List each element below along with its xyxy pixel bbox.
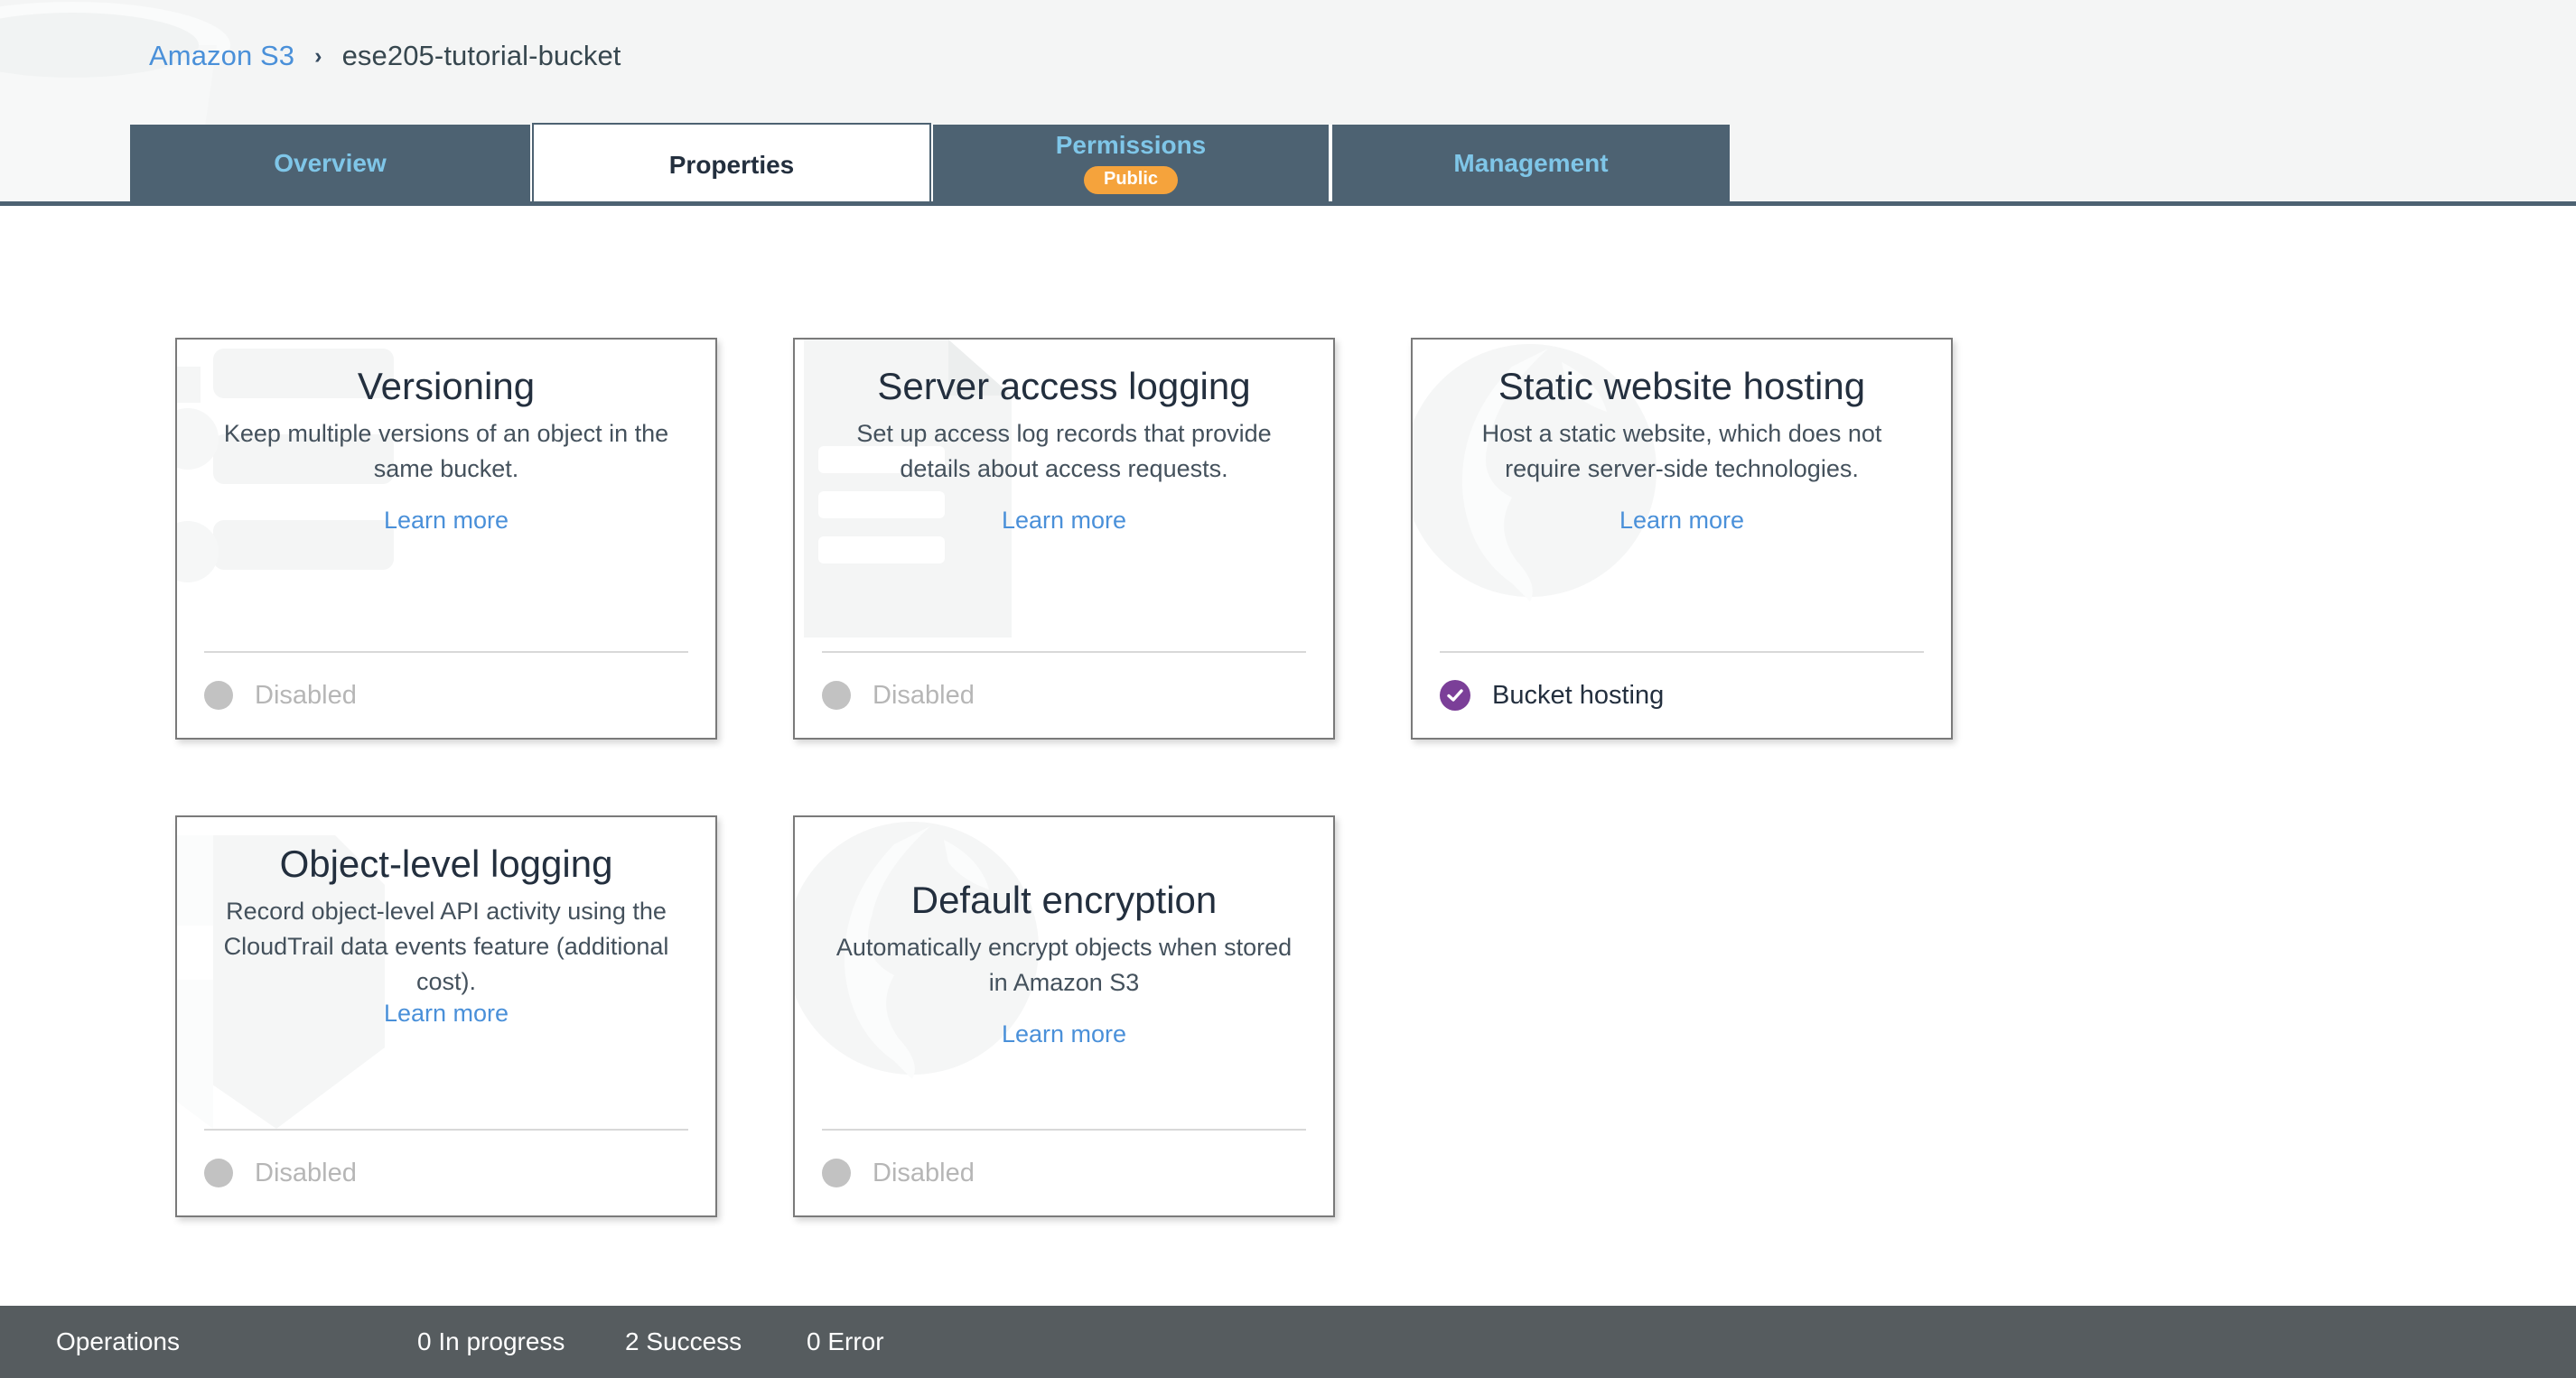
card-object-level-logging[interactable]: Object-level logging Record object-level…: [175, 815, 717, 1217]
card-server-access-logging-learn-more-link[interactable]: Learn more: [1002, 507, 1126, 535]
tab-permissions-label: Permissions: [1055, 130, 1207, 159]
card-default-encryption-learn-more-link[interactable]: Learn more: [1002, 1020, 1126, 1048]
card-default-encryption-footer: Disabled: [822, 1129, 1306, 1215]
card-object-level-logging-body: Object-level logging Record object-level…: [177, 817, 715, 1129]
card-versioning-body: Versioning Keep multiple versions of an …: [177, 340, 715, 651]
breadcrumb-link-amazon-s3[interactable]: Amazon S3: [149, 40, 294, 72]
operations-success-count: 2 Success: [625, 1327, 742, 1355]
card-versioning-learn-more-link[interactable]: Learn more: [384, 507, 509, 535]
status-dot-icon: [822, 681, 851, 710]
chevron-right-icon: ›: [314, 42, 322, 69]
card-versioning-footer: Disabled: [204, 651, 688, 738]
operations-error-count: 0 Error: [807, 1327, 884, 1355]
card-default-encryption-status: Disabled: [873, 1158, 975, 1187]
operations-status-bar[interactable]: Operations 0 In progress 2 Success 0 Err…: [0, 1306, 2576, 1378]
status-dot-icon: [204, 1159, 233, 1187]
card-versioning[interactable]: Versioning Keep multiple versions of an …: [175, 338, 717, 740]
card-static-website-hosting-title: Static website hosting: [1498, 365, 1866, 407]
check-circle-icon: [1440, 680, 1470, 711]
card-object-level-logging-title: Object-level logging: [279, 843, 613, 885]
card-default-encryption[interactable]: Default encryption Automatically encrypt…: [793, 815, 1335, 1217]
card-object-level-logging-learn-more-link[interactable]: Learn more: [384, 1000, 509, 1028]
operations-label: Operations: [56, 1327, 180, 1355]
card-default-encryption-title: Default encryption: [910, 879, 1218, 921]
status-dot-icon: [204, 681, 233, 710]
card-object-level-logging-status: Disabled: [255, 1158, 357, 1187]
breadcrumb: Amazon S3 › ese205-tutorial-bucket: [149, 40, 621, 72]
card-versioning-title: Versioning: [357, 365, 536, 407]
card-versioning-status: Disabled: [255, 680, 357, 710]
card-default-encryption-body: Default encryption Automatically encrypt…: [795, 817, 1333, 1129]
card-versioning-description: Keep multiple versions of an object in t…: [223, 420, 669, 483]
tab-properties[interactable]: Properties: [532, 123, 931, 201]
card-static-website-hosting-status: Bucket hosting: [1492, 680, 1665, 710]
card-static-website-hosting-description: Host a static website, which does not re…: [1481, 420, 1882, 483]
tab-bar: Overview Properties Permissions Public M…: [130, 123, 1730, 201]
card-static-website-hosting-footer: Bucket hosting: [1440, 651, 1924, 738]
tab-overview[interactable]: Overview: [130, 125, 532, 201]
operations-in-progress-count: 0 In progress: [417, 1327, 565, 1355]
card-default-encryption-description: Automatically encrypt objects when store…: [835, 934, 1293, 997]
tab-management[interactable]: Management: [1330, 125, 1730, 201]
card-server-access-logging-description: Set up access log records that provide d…: [856, 420, 1272, 483]
breadcrumb-current-bucket: ese205-tutorial-bucket: [341, 40, 621, 71]
card-server-access-logging-footer: Disabled: [822, 651, 1306, 738]
card-server-access-logging[interactable]: Server access logging Set up access log …: [793, 338, 1335, 740]
card-static-website-hosting-learn-more-link[interactable]: Learn more: [1619, 507, 1744, 535]
status-badge-public: Public: [1083, 165, 1178, 194]
tab-permissions[interactable]: Permissions Public: [931, 125, 1330, 201]
status-dot-icon: [822, 1159, 851, 1187]
tab-management-label: Management: [1453, 148, 1609, 177]
s3-properties-page: Amazon S3 › ese205-tutorial-bucket Overv…: [0, 0, 2576, 1378]
card-static-website-hosting-body: Static website hosting Host a static web…: [1413, 340, 1951, 651]
card-object-level-logging-description: Record object-level API activity using t…: [223, 898, 669, 996]
card-server-access-logging-body: Server access logging Set up access log …: [795, 340, 1333, 651]
tab-properties-label: Properties: [668, 151, 795, 179]
card-object-level-logging-footer: Disabled: [204, 1129, 688, 1215]
properties-card-grid: Versioning Keep multiple versions of an …: [175, 338, 1982, 1217]
tab-overview-label: Overview: [274, 148, 387, 177]
card-server-access-logging-status: Disabled: [873, 680, 975, 710]
page-header: Amazon S3 › ese205-tutorial-bucket Overv…: [0, 0, 2576, 206]
card-server-access-logging-title: Server access logging: [877, 365, 1251, 407]
card-static-website-hosting[interactable]: Static website hosting Host a static web…: [1411, 338, 1953, 740]
